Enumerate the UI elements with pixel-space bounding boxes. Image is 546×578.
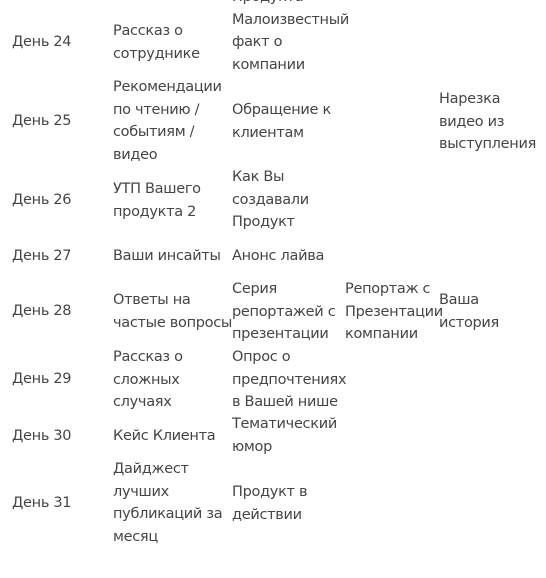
day-label: День 30 (12, 428, 72, 444)
day-label: День 28 (12, 303, 72, 319)
day-label: День 24 (12, 34, 72, 50)
content-plan-table: День 24 Рассказ о сотруднике Продукта Ма… (0, 0, 546, 578)
post-topic-2: Серия репортажей с презентации (232, 281, 336, 343)
post-topic-1: Рассказ о сложных случаях (113, 349, 183, 411)
day-label: День 29 (12, 371, 72, 387)
post-topic-2: Обращение к клиентам (232, 102, 331, 141)
post-topic-2: Продукта Малоизвестный факт о компании (232, 0, 350, 74)
day-label: День 25 (12, 113, 72, 129)
post-topic-2: Анонс лайва (232, 248, 325, 264)
day-label: День 27 (12, 248, 72, 264)
post-topic-1: Ответы на частые вопросы (113, 292, 233, 331)
post-topic-1: Ваши инсайты (113, 248, 221, 264)
post-topic-2: Опрос о предпочтениях в Вашей нише (232, 349, 347, 411)
post-topic-2: Продукт в действии (232, 484, 308, 523)
day-label: День 26 (12, 192, 72, 208)
post-topic-1: Кейс Клиента (113, 428, 216, 444)
post-topic-1: УТП Вашего продукта 2 (113, 181, 201, 220)
post-topic-4: Ваша история (439, 292, 499, 331)
post-topic-2: Тематический юмор (232, 416, 337, 455)
post-topic-1: Дайджест лучших публикаций за месяц (113, 461, 223, 546)
post-topic-3: Репортаж с Презентации компании (345, 281, 443, 343)
post-topic-4: Нарезка видео из выступления (439, 91, 536, 153)
post-topic-1: Рекомендации по чтению / событиям / виде… (113, 79, 222, 164)
post-topic-1: Рассказ о сотруднике (113, 23, 200, 62)
day-label: День 31 (12, 495, 72, 511)
post-topic-2: Как Вы создавали Продукт (232, 169, 309, 231)
